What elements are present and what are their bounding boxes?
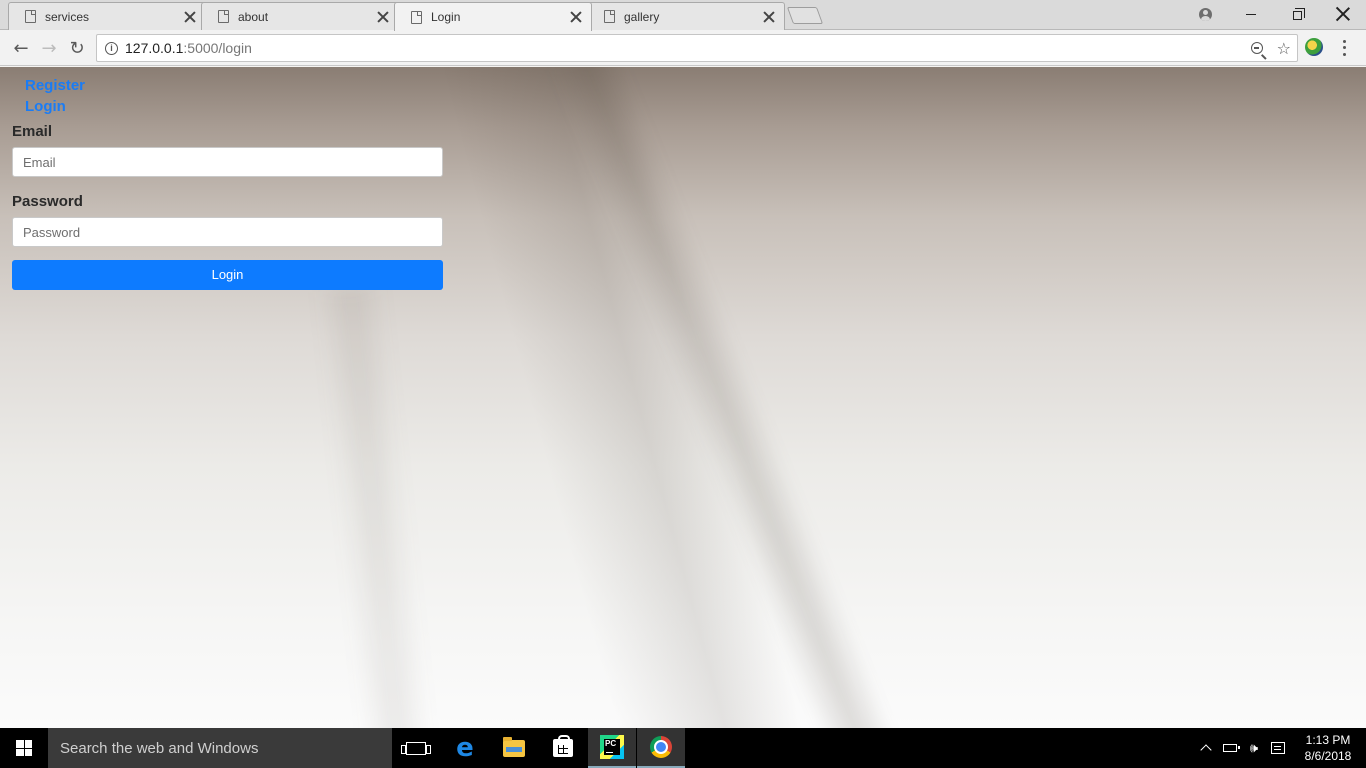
tab-title: Login bbox=[431, 10, 461, 24]
back-button[interactable]: ← bbox=[9, 36, 33, 60]
chrome-icon bbox=[650, 736, 672, 758]
store-button[interactable] bbox=[539, 728, 587, 768]
pycharm-icon: PC bbox=[600, 735, 624, 759]
menu-icon[interactable] bbox=[1336, 38, 1352, 58]
chevron-up-icon bbox=[1200, 744, 1212, 756]
search-placeholder: Search the web and Windows bbox=[60, 739, 259, 757]
close-tab-icon[interactable] bbox=[569, 10, 583, 24]
task-view-button[interactable] bbox=[392, 728, 440, 768]
file-explorer-button[interactable] bbox=[490, 728, 538, 768]
tab-services[interactable]: services bbox=[8, 2, 206, 30]
clock-date: 8/6/2018 bbox=[1304, 749, 1352, 763]
system-tray: 🕪 1:13 PM 8/6/2018 bbox=[1194, 728, 1366, 768]
minimize-icon bbox=[1246, 13, 1256, 15]
page-icon bbox=[411, 10, 422, 24]
show-hidden-icons-button[interactable] bbox=[1194, 728, 1218, 768]
notification-icon bbox=[1271, 742, 1285, 754]
edge-icon: e bbox=[456, 733, 474, 763]
pycharm-button[interactable]: PC bbox=[588, 728, 636, 768]
minimize-button[interactable] bbox=[1228, 0, 1274, 28]
address-bar[interactable]: i 127.0.0.1:5000/login ☆ bbox=[96, 34, 1298, 62]
tab-title: about bbox=[238, 9, 269, 24]
login-button[interactable]: Login bbox=[12, 260, 443, 290]
page-icon bbox=[604, 10, 615, 23]
task-view-icon bbox=[401, 741, 431, 755]
login-form: Email Password Login bbox=[12, 123, 443, 290]
tab-title: services bbox=[45, 9, 90, 24]
windows-logo-icon bbox=[16, 740, 32, 756]
browser-toolbar: ← → ↻ i 127.0.0.1:5000/login ☆ bbox=[0, 30, 1366, 66]
store-icon bbox=[553, 735, 573, 757]
forward-button[interactable]: → bbox=[37, 36, 61, 60]
profile-icon bbox=[1198, 7, 1212, 21]
taskbar-search[interactable]: Search the web and Windows bbox=[48, 728, 392, 768]
action-center-button[interactable] bbox=[1266, 728, 1290, 768]
clock-time: 1:13 PM bbox=[1305, 733, 1351, 747]
tab-strip: services about Login gallery bbox=[0, 0, 1366, 31]
email-field[interactable] bbox=[12, 147, 443, 177]
back-arrow-icon: ← bbox=[13, 37, 29, 59]
background-streak bbox=[315, 284, 435, 728]
profile-button[interactable] bbox=[1182, 0, 1228, 28]
new-tab-button[interactable] bbox=[786, 7, 824, 24]
password-label: Password bbox=[12, 193, 83, 210]
star-icon[interactable]: ☆ bbox=[1277, 39, 1291, 58]
folder-icon bbox=[503, 736, 525, 757]
reload-icon: ↻ bbox=[69, 37, 85, 59]
tab-title: gallery bbox=[624, 9, 660, 24]
restore-button[interactable] bbox=[1274, 0, 1320, 28]
reload-button[interactable]: ↻ bbox=[65, 36, 89, 60]
edge-button[interactable]: e bbox=[441, 728, 489, 768]
extension-icon[interactable] bbox=[1305, 38, 1323, 56]
clock[interactable]: 1:13 PM 8/6/2018 bbox=[1290, 732, 1366, 764]
taskbar: Search the web and Windows e PC 🕪 1:13 P… bbox=[0, 728, 1366, 768]
close-tab-icon[interactable] bbox=[376, 10, 390, 24]
email-label: Email bbox=[12, 123, 53, 140]
chrome-button[interactable] bbox=[637, 728, 685, 768]
page-viewport: Register Login Email Password Login bbox=[0, 67, 1366, 728]
forward-arrow-icon: → bbox=[41, 37, 57, 59]
close-window-button[interactable] bbox=[1320, 0, 1366, 28]
restore-icon bbox=[1292, 7, 1305, 20]
tab-about[interactable]: about bbox=[201, 2, 399, 30]
site-nav: Register Login bbox=[25, 75, 85, 117]
url-host: 127.0.0.1 bbox=[125, 40, 184, 56]
url-path: :5000/login bbox=[183, 40, 252, 56]
speaker-icon: 🕪 bbox=[1249, 740, 1259, 756]
page-icon bbox=[25, 10, 36, 23]
login-link[interactable]: Login bbox=[25, 96, 85, 117]
tab-login[interactable]: Login bbox=[394, 2, 592, 31]
close-tab-icon[interactable] bbox=[762, 10, 776, 24]
page-icon bbox=[218, 10, 229, 23]
info-icon[interactable]: i bbox=[105, 41, 118, 55]
password-field[interactable] bbox=[12, 217, 443, 247]
zoom-icon[interactable] bbox=[1250, 42, 1263, 54]
background-streak bbox=[550, 67, 900, 728]
battery-icon bbox=[1223, 744, 1240, 752]
volume-button[interactable]: 🕪 bbox=[1242, 728, 1266, 768]
close-icon bbox=[1336, 7, 1350, 21]
power-button[interactable] bbox=[1218, 728, 1242, 768]
start-button[interactable] bbox=[0, 728, 48, 768]
register-link[interactable]: Register bbox=[25, 75, 85, 96]
close-tab-icon[interactable] bbox=[183, 10, 197, 24]
tab-gallery[interactable]: gallery bbox=[587, 2, 785, 30]
